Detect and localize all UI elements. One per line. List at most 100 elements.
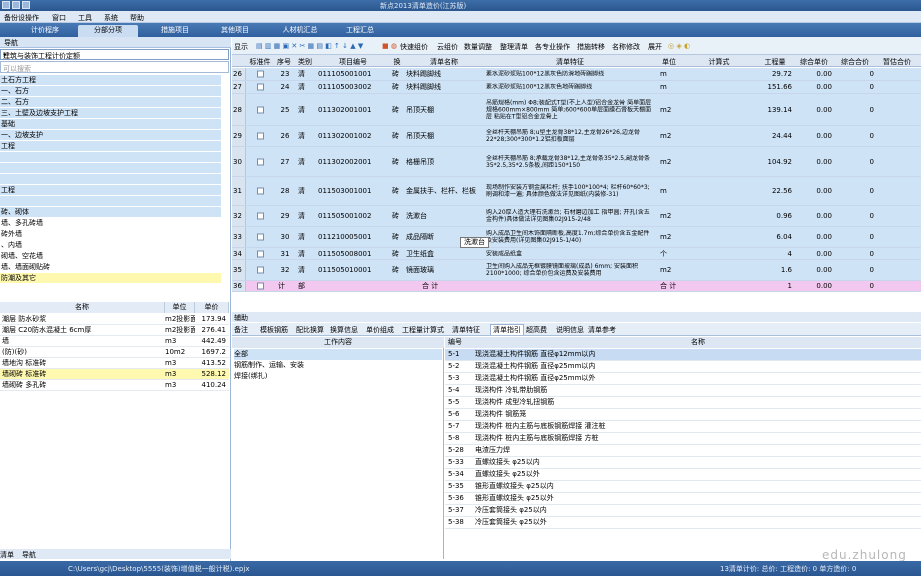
type-cell[interactable]: 清: [298, 265, 312, 275]
tree-item[interactable]: 二、石方: [0, 97, 221, 108]
toolbar-measures-transfer[interactable]: 措施转移: [577, 42, 605, 52]
table-row[interactable]: 34 31 清 011505008001 砖卫生纸盒 个 4 0.00 0 安装成品纸盒: [232, 248, 921, 260]
tab-other-items[interactable]: 其他项目: [210, 25, 260, 37]
tree-item[interactable]: 、内墙: [0, 240, 221, 251]
tree-item[interactable]: 墙、多孔砖墙: [0, 218, 221, 229]
seq-cell[interactable]: 24: [278, 83, 292, 91]
quantity-cell[interactable]: 104.92: [756, 158, 793, 166]
work-content-item[interactable]: 钢筋制作、运输、安装: [234, 360, 442, 371]
row-checkbox[interactable]: [257, 266, 264, 274]
unit-cell[interactable]: 个: [660, 249, 680, 259]
unit-price-cell[interactable]: 0.00: [794, 266, 832, 274]
tab-project-summary[interactable]: 工程汇总: [335, 25, 385, 37]
binoculars-icon[interactable]: ◎ ◈ ◐: [668, 42, 690, 50]
list-item[interactable]: 墙地沟 标准砖 m3 413.52: [0, 358, 229, 369]
row-checkbox[interactable]: [257, 158, 264, 165]
type-cell[interactable]: 清: [298, 69, 312, 79]
total-cell[interactable]: 0: [834, 233, 874, 241]
row-checkbox[interactable]: [257, 282, 264, 290]
code-cell[interactable]: 011105003002: [318, 83, 388, 91]
list-item[interactable]: (防)(砂) 10m2 1697.2: [0, 347, 229, 358]
quota-row[interactable]: 5-37 冷压套筒接头 φ25以内: [445, 505, 921, 517]
list-item[interactable]: 墙砌砖 标准砖 m3 528.12: [0, 369, 229, 380]
unit-cell[interactable]: m2: [660, 212, 680, 220]
total-cell[interactable]: 0: [834, 83, 874, 91]
quantity-cell[interactable]: 4: [756, 250, 792, 258]
list-item[interactable]: 潮层 防水砂浆 m2投影面 173.94: [0, 314, 229, 325]
seq-cell[interactable]: 28: [278, 187, 292, 195]
seq-cell[interactable]: 26: [278, 132, 292, 140]
feature-cell[interactable]: 全丝杆天棚吊筋 8;u型主龙骨38*12,主龙骨26*26,边龙骨22*28;3…: [486, 129, 654, 143]
row-checkbox[interactable]: [257, 250, 264, 257]
quota-row[interactable]: 5-33 直螺纹接头 φ25以内: [445, 457, 921, 469]
toolbar-display[interactable]: 显示: [234, 42, 248, 52]
tree-item[interactable]: 一、边坡支护: [0, 130, 221, 141]
toolbar-expand[interactable]: 展开: [648, 42, 662, 52]
total-cell[interactable]: 0: [834, 132, 874, 140]
unit-price-cell[interactable]: 0.00: [794, 83, 832, 91]
tab-bill[interactable]: 清单: [0, 550, 14, 560]
unit-cell[interactable]: m2: [660, 106, 680, 114]
feature-cell[interactable]: 卫生间购入成品无框镀膜镜面玻璃(成品) 6mm; 安装面积2100*1000; …: [486, 263, 654, 277]
type-cell[interactable]: 清: [298, 105, 312, 115]
unit-price-cell[interactable]: 0.00: [794, 212, 832, 220]
detail-tab[interactable]: 工程量计算式: [402, 325, 444, 335]
tree-item[interactable]: 砖、砌体: [0, 207, 221, 218]
toolbar-professional-ops[interactable]: 各专业操作: [535, 42, 570, 52]
table-row[interactable]: 29 26 清 011302001002 砖吊顶天棚 m2 24.44 0.00 0 全丝杆天棚吊…: [232, 126, 921, 147]
row-checkbox[interactable]: [257, 212, 264, 220]
feature-cell[interactable]: 吊筋规格(mm) Φ8;装配式T型(不上人型)铝合金龙骨 简单面层规格600mm…: [486, 99, 654, 120]
detail-tab[interactable]: 清单特征: [452, 325, 480, 335]
table-row[interactable]: 31 28 清 011503001001 砖金属扶手、栏杆、栏板 m 22.56 0.00 0 现…: [232, 177, 921, 206]
detail-tab[interactable]: 模板钢筋: [260, 325, 288, 335]
code-cell[interactable]: 011105001001: [318, 70, 388, 78]
total-cell[interactable]: 0: [834, 106, 874, 114]
quantity-cell[interactable]: 29.72: [756, 70, 792, 78]
tree-item[interactable]: 一、石方: [0, 86, 221, 97]
tree-item[interactable]: [0, 163, 221, 174]
quantity-cell[interactable]: 151.66: [756, 83, 793, 91]
seq-cell[interactable]: 29: [278, 212, 292, 220]
row-checkbox[interactable]: [257, 187, 264, 195]
total-cell[interactable]: 0: [834, 158, 874, 166]
detail-tab[interactable]: 单价组成: [366, 325, 394, 335]
row-checkbox[interactable]: [257, 70, 264, 78]
quota-row[interactable]: 5-5 现浇构件 成型冷轧扭钢筋: [445, 397, 921, 409]
unit-price-cell[interactable]: 0.00: [794, 70, 832, 78]
total-cell[interactable]: 0: [834, 212, 874, 220]
toolbar-rename[interactable]: 名称修改: [612, 42, 640, 52]
name-cell[interactable]: 块料踢脚线: [406, 69, 482, 79]
change-cell[interactable]: 砖: [392, 82, 402, 92]
tree-item[interactable]: 工程: [0, 185, 221, 196]
seq-cell[interactable]: 31: [278, 250, 292, 258]
menu-item-backup[interactable]: 备份设操作: [4, 13, 39, 23]
work-content-item[interactable]: 焊接(绑扎): [234, 371, 442, 382]
search-input[interactable]: 可以搜索: [0, 61, 229, 73]
table-row[interactable]: 35 32 清 011505010001 砖镜面玻璃 m2 1.6 0.00 0 卫生间购入成品无…: [232, 260, 921, 281]
table-row[interactable]: 33 30 清 011210005001 砖成品隔断 m2 6.04 0.00 0 购入成品卫生间…: [232, 227, 921, 248]
name-cell[interactable]: 洗漱台: [406, 211, 482, 221]
table-row[interactable]: 30 27 清 011302002001 砖格栅吊顶 m2 104.92 0.00 0 全丝杆天棚…: [232, 147, 921, 177]
menu-item-window[interactable]: 窗口: [52, 13, 66, 23]
menu-item-system[interactable]: 系统: [104, 13, 118, 23]
tree-item[interactable]: 砖外墙: [0, 229, 221, 240]
unit-cell[interactable]: m: [660, 70, 680, 78]
toolbar-quick-pricing[interactable]: 快速组价: [400, 42, 428, 52]
change-cell[interactable]: 砖: [392, 69, 402, 79]
menu-item-help[interactable]: 帮助: [130, 13, 144, 23]
type-cell[interactable]: 清: [298, 131, 312, 141]
detail-tab[interactable]: 备注: [234, 325, 248, 335]
quota-selector[interactable]: 建筑与装饰工程计价定额 ▾: [0, 49, 229, 60]
tree-item[interactable]: [0, 152, 221, 163]
list-item[interactable]: 潮层 C20防水混凝土 6cm厚 m2投影面 276.41: [0, 325, 229, 336]
quota-row[interactable]: 5-4 现浇构件 冷轧带肋钢筋: [445, 385, 921, 397]
tree-item[interactable]: 三、土壁及边坡支护工程: [0, 108, 221, 119]
quantity-cell[interactable]: 22.56: [756, 187, 792, 195]
feature-cell[interactable]: 素水泥砂浆贴100*12黑灰色地砖踢脚线: [486, 84, 654, 91]
tab-labor-material-summary[interactable]: 人材机汇总: [270, 25, 330, 37]
list-item[interactable]: 墙 m3 442.49: [0, 336, 229, 347]
row-checkbox[interactable]: [257, 233, 264, 241]
total-cell[interactable]: 0: [834, 70, 874, 78]
name-cell[interactable]: 块料踢脚线: [406, 82, 482, 92]
detail-tab[interactable]: 清单指引: [490, 324, 524, 335]
